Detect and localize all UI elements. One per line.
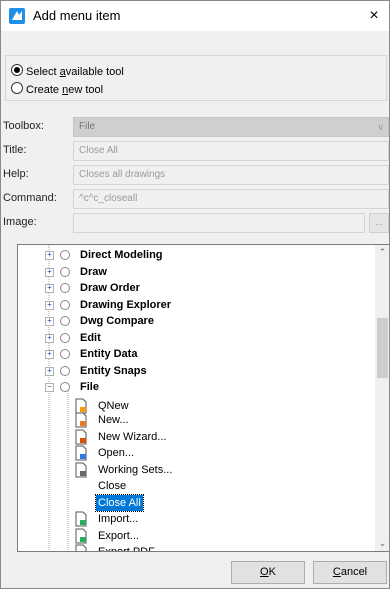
tree-group-label: Direct Modeling — [80, 249, 163, 261]
tree-item-label: Export PDF... — [98, 546, 163, 552]
tree-group-4[interactable]: + Dwg Compare — [40, 313, 156, 329]
select-available-label-pre: Select — [26, 66, 60, 78]
tool-source-group: Select available tool Create new tool — [5, 55, 387, 101]
ok-label-post: K — [268, 566, 276, 578]
folder-node-icon — [60, 349, 70, 359]
tree-group-6[interactable]: + Entity Data — [40, 346, 139, 362]
scroll-thumb[interactable] — [377, 318, 388, 378]
tree-item-1[interactable]: New... — [74, 412, 131, 428]
title-bar: Add menu item × — [1, 1, 389, 31]
import-icon — [75, 511, 87, 527]
tree-group-8[interactable]: − File — [40, 379, 101, 395]
tree-group-2[interactable]: + Draw Order — [40, 280, 142, 296]
tree-group-label: Edit — [80, 331, 101, 344]
command-field[interactable]: ^c^c_closeall — [73, 189, 389, 209]
tree-item-label: Import... — [98, 513, 139, 525]
export-icon — [75, 528, 87, 543]
ok-label-key: O — [260, 566, 269, 578]
expand-icon[interactable]: + — [45, 251, 54, 260]
title-field[interactable]: Close All — [73, 141, 389, 161]
tree-group-label: Entity Snaps — [80, 364, 147, 377]
tree-group-1[interactable]: + Draw — [40, 264, 109, 280]
tree-group-5[interactable]: + Edit — [40, 330, 103, 346]
tree-group-7[interactable]: + Entity Snaps — [40, 363, 149, 379]
tree-item-label: Working Sets... — [98, 463, 173, 476]
folder-node-icon — [60, 250, 70, 260]
tree-item-9[interactable]: Export PDF... — [74, 544, 165, 552]
folder-node-icon — [60, 299, 70, 310]
working-sets-icon — [75, 462, 87, 477]
dialog-title: Add menu item — [33, 8, 121, 23]
ok-button[interactable]: OK — [231, 561, 305, 584]
chevron-down-icon: ∨ — [377, 122, 384, 132]
tree-group-label: Draw Order — [80, 282, 140, 294]
title-label: Title: — [3, 144, 27, 156]
help-label: Help: — [3, 168, 29, 180]
folder-node-icon — [60, 316, 70, 326]
export-pdf-icon — [75, 544, 87, 551]
select-available-radio[interactable] — [11, 64, 23, 76]
create-new-radio[interactable] — [11, 82, 23, 94]
folder-node-icon — [60, 382, 70, 392]
folder-node-icon — [60, 332, 70, 343]
expand-icon[interactable]: + — [45, 366, 54, 376]
new-wizard-icon — [75, 429, 87, 444]
tool-tree[interactable]: + Direct Modeling + Draw + Draw Order + Drawing… — [17, 244, 389, 552]
folder-node-icon — [60, 266, 70, 277]
toolbox-value: File — [79, 121, 96, 132]
new-file-icon — [75, 412, 87, 428]
expand-icon[interactable]: + — [45, 267, 54, 277]
select-available-label-post: vailable tool — [65, 66, 124, 78]
collapse-icon[interactable]: − — [45, 383, 54, 392]
cancel-label-key: C — [332, 566, 341, 578]
select-available-option[interactable]: Select available tool — [11, 63, 124, 79]
tree-group-label: Draw — [80, 265, 107, 278]
tree-item-4[interactable]: Working Sets... — [74, 462, 174, 478]
tree-group-label: Dwg Compare — [80, 315, 154, 327]
tree-group-label: Entity Data — [80, 348, 138, 360]
app-logo-icon — [9, 8, 25, 24]
expand-icon[interactable]: + — [45, 300, 54, 310]
image-field[interactable] — [73, 213, 365, 233]
toolbox-label: Toolbox: — [3, 120, 44, 132]
close-button[interactable]: × — [363, 5, 385, 27]
cancel-label-post: ancel — [340, 566, 368, 578]
tree-item-label: Close — [98, 480, 127, 492]
scroll-up-icon[interactable]: ⌃ — [375, 245, 389, 260]
cancel-button[interactable]: Cancel — [313, 561, 387, 584]
folder-node-icon — [60, 365, 70, 376]
tree-item-5[interactable]: Close — [74, 478, 128, 494]
image-label: Image: — [3, 216, 37, 228]
tree-group-0[interactable]: + Direct Modeling — [40, 247, 165, 263]
tree-item-7[interactable]: Import... — [74, 511, 140, 527]
create-new-label-pre: Create — [26, 84, 63, 96]
tree-group-label: Drawing Explorer — [80, 298, 172, 311]
scroll-down-icon[interactable]: ⌄ — [375, 536, 389, 551]
tree-group-label: File — [80, 381, 99, 393]
tree-group-3[interactable]: + Drawing Explorer — [40, 297, 173, 313]
tree-item-6[interactable]: Close All — [74, 493, 144, 512]
tree-scrollbar[interactable]: ⌃ ⌄ — [375, 245, 389, 551]
open-file-icon — [75, 445, 87, 461]
tree-item-label: Export... — [98, 529, 139, 542]
command-label: Command: — [3, 192, 57, 204]
create-new-label-post: ew tool — [68, 84, 104, 96]
tree-item-label: New... — [98, 414, 129, 426]
tree-item-2[interactable]: New Wizard... — [74, 429, 168, 445]
browse-image-button[interactable]: ... — [369, 213, 389, 233]
folder-node-icon — [60, 283, 70, 293]
create-new-option[interactable]: Create new tool — [11, 81, 103, 97]
expand-icon[interactable]: + — [45, 284, 54, 293]
expand-icon[interactable]: + — [45, 317, 54, 326]
add-menu-item-dialog: Add menu item × Select available tool Cr… — [0, 0, 390, 589]
toolbox-select[interactable]: File ∨ — [73, 117, 389, 137]
tree-item-8[interactable]: Export... — [74, 528, 141, 544]
expand-icon[interactable]: + — [45, 333, 54, 343]
tree-item-3[interactable]: Open... — [74, 445, 136, 461]
help-field[interactable]: Closes all drawings — [73, 165, 389, 185]
tree-item-label: New Wizard... — [98, 430, 167, 443]
expand-icon[interactable]: + — [45, 350, 54, 359]
tree-item-label: Open... — [98, 447, 135, 459]
tree-item-label: Close All — [95, 493, 144, 512]
